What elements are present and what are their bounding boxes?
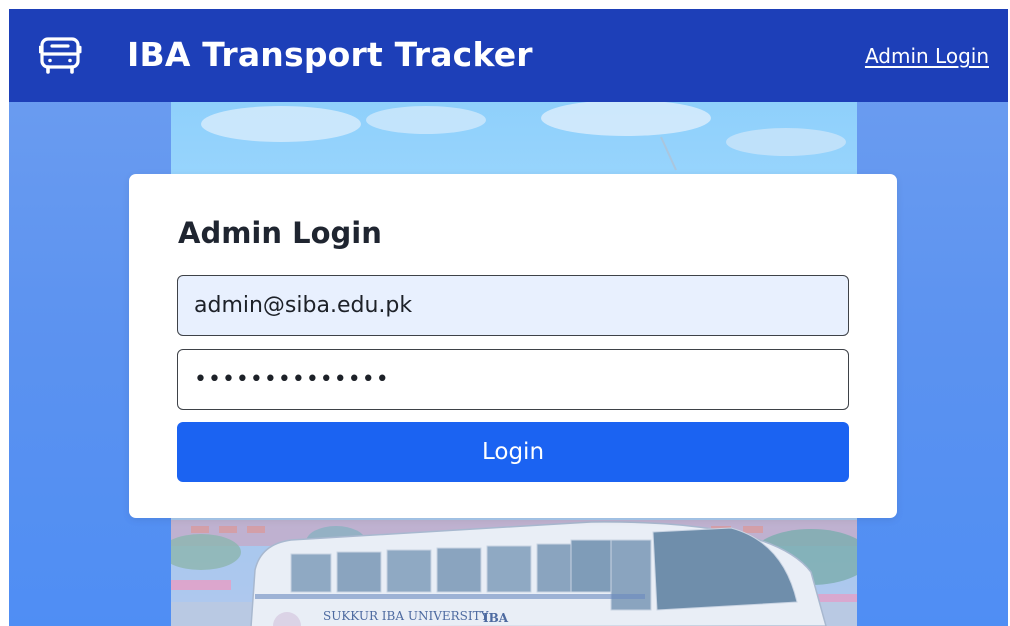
login-card-title: Admin Login: [178, 216, 382, 250]
email-field[interactable]: [177, 275, 849, 336]
bus-university-text: SUKKUR IBA UNIVERSITY: [323, 609, 490, 623]
login-card: Admin Login Login: [129, 174, 897, 518]
admin-login-link[interactable]: Admin Login: [865, 42, 989, 70]
bus-logo-text: IBA: [483, 611, 509, 625]
password-field[interactable]: [177, 349, 849, 410]
app-window: SUKKUR IBA UNIVERSITY IBA IBA Transport …: [9, 9, 1008, 626]
bus-icon: [39, 37, 82, 74]
app-title: IBA Transport Tracker: [127, 35, 533, 74]
top-navbar: IBA Transport Tracker Admin Login: [9, 9, 1008, 102]
login-button[interactable]: Login: [177, 422, 849, 482]
